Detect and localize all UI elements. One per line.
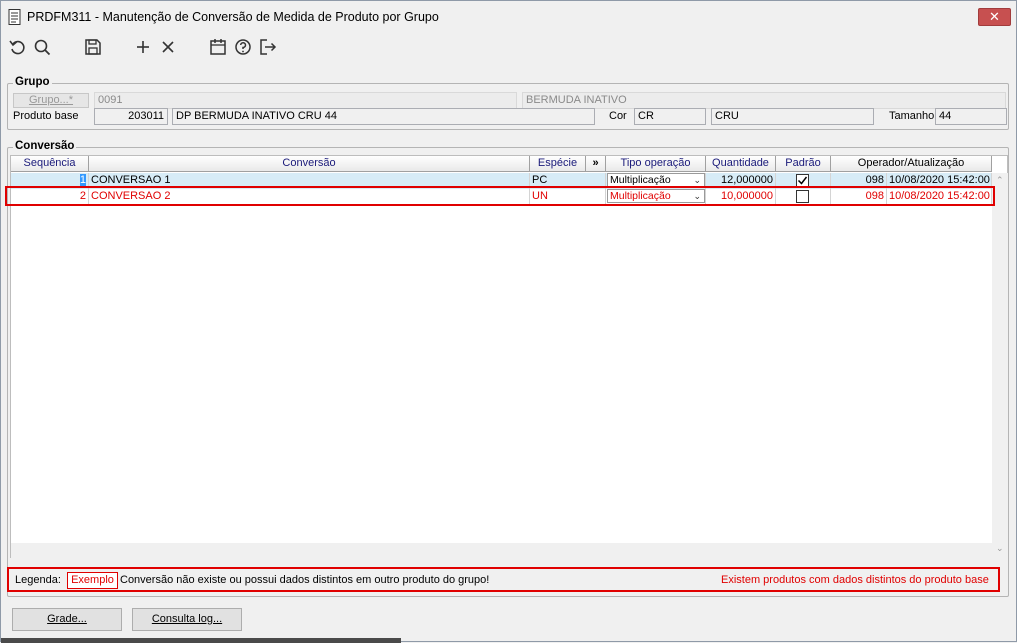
conversao-legend: Conversão (13, 140, 77, 152)
cor-code-field: CR (634, 108, 706, 125)
grupo-desc-field: BERMUDA INATIVO (522, 92, 1006, 109)
toolbar (1, 32, 1016, 62)
close-button[interactable]: ✕ (978, 8, 1011, 26)
col-especie[interactable]: Espécie (530, 156, 586, 172)
search-icon[interactable] (31, 36, 53, 58)
legenda-box: Legenda: Exemplo Conversão não existe ou… (7, 567, 1000, 592)
main-window: PRDFM311 - Manutenção de Conversão de Me… (0, 0, 1017, 643)
cor-label: Cor (609, 110, 627, 122)
consulta-log-button[interactable]: Consulta log... (132, 608, 242, 631)
delete-icon[interactable] (157, 36, 179, 58)
check-icon (797, 176, 808, 185)
col-sequencia[interactable]: Sequência (11, 156, 89, 172)
vertical-scrollbar[interactable]: ⌃ ⌄ (992, 173, 1008, 558)
tamanho-label: Tamanho (889, 110, 935, 122)
col-operador[interactable]: Operador/Atualização (831, 156, 992, 172)
row1-tipo-dropdown[interactable]: Multiplicação ⌄ (607, 173, 705, 187)
chevron-down-icon: ⌄ (693, 175, 701, 185)
legenda-label: Legenda: (15, 574, 61, 586)
title-bar: PRDFM311 - Manutenção de Conversão de Me… (1, 1, 1016, 32)
scroll-down-icon[interactable]: ⌄ (996, 543, 1004, 554)
produto-code-field: 203011 (94, 108, 168, 125)
undo-icon[interactable] (7, 36, 29, 58)
col-padrao[interactable]: Padrão (776, 156, 831, 172)
col-more[interactable]: » (586, 156, 606, 172)
exit-icon[interactable] (257, 36, 279, 58)
cor-desc-field: CRU (711, 108, 874, 125)
help-icon[interactable] (232, 36, 254, 58)
document-icon (8, 9, 21, 25)
grupo-button[interactable]: Grupo...* (13, 93, 89, 108)
produto-desc-field: DP BERMUDA INATIVO CRU 44 (172, 108, 595, 125)
col-quantidade[interactable]: Quantidade (706, 156, 776, 172)
taskbar-edge (1, 638, 401, 643)
col-tipo-operacao[interactable]: Tipo operação (606, 156, 706, 172)
calendar-icon[interactable] (207, 36, 229, 58)
legenda-exemplo: Exemplo (67, 572, 118, 589)
legenda-warning: Existem produtos com dados distintos do … (721, 574, 989, 586)
legenda-text: Conversão não existe ou possui dados dis… (120, 574, 490, 586)
window-title: PRDFM311 - Manutenção de Conversão de Me… (27, 10, 439, 24)
add-icon[interactable] (132, 36, 154, 58)
row-highlight-box (5, 186, 995, 206)
conversao-grid: Sequência Conversão Espécie » Tipo opera… (10, 155, 1008, 558)
grupo-code-field: 0091 (94, 92, 517, 109)
save-icon[interactable] (82, 36, 104, 58)
scroll-up-icon[interactable]: ⌃ (996, 175, 1004, 186)
horizontal-scrollbar[interactable] (11, 543, 992, 558)
tamanho-field: 44 (935, 108, 1007, 125)
col-conversao[interactable]: Conversão (89, 156, 530, 172)
grupo-legend: Grupo (13, 76, 52, 88)
grade-button[interactable]: Grade... (12, 608, 122, 631)
produto-base-label: Produto base (13, 110, 79, 122)
